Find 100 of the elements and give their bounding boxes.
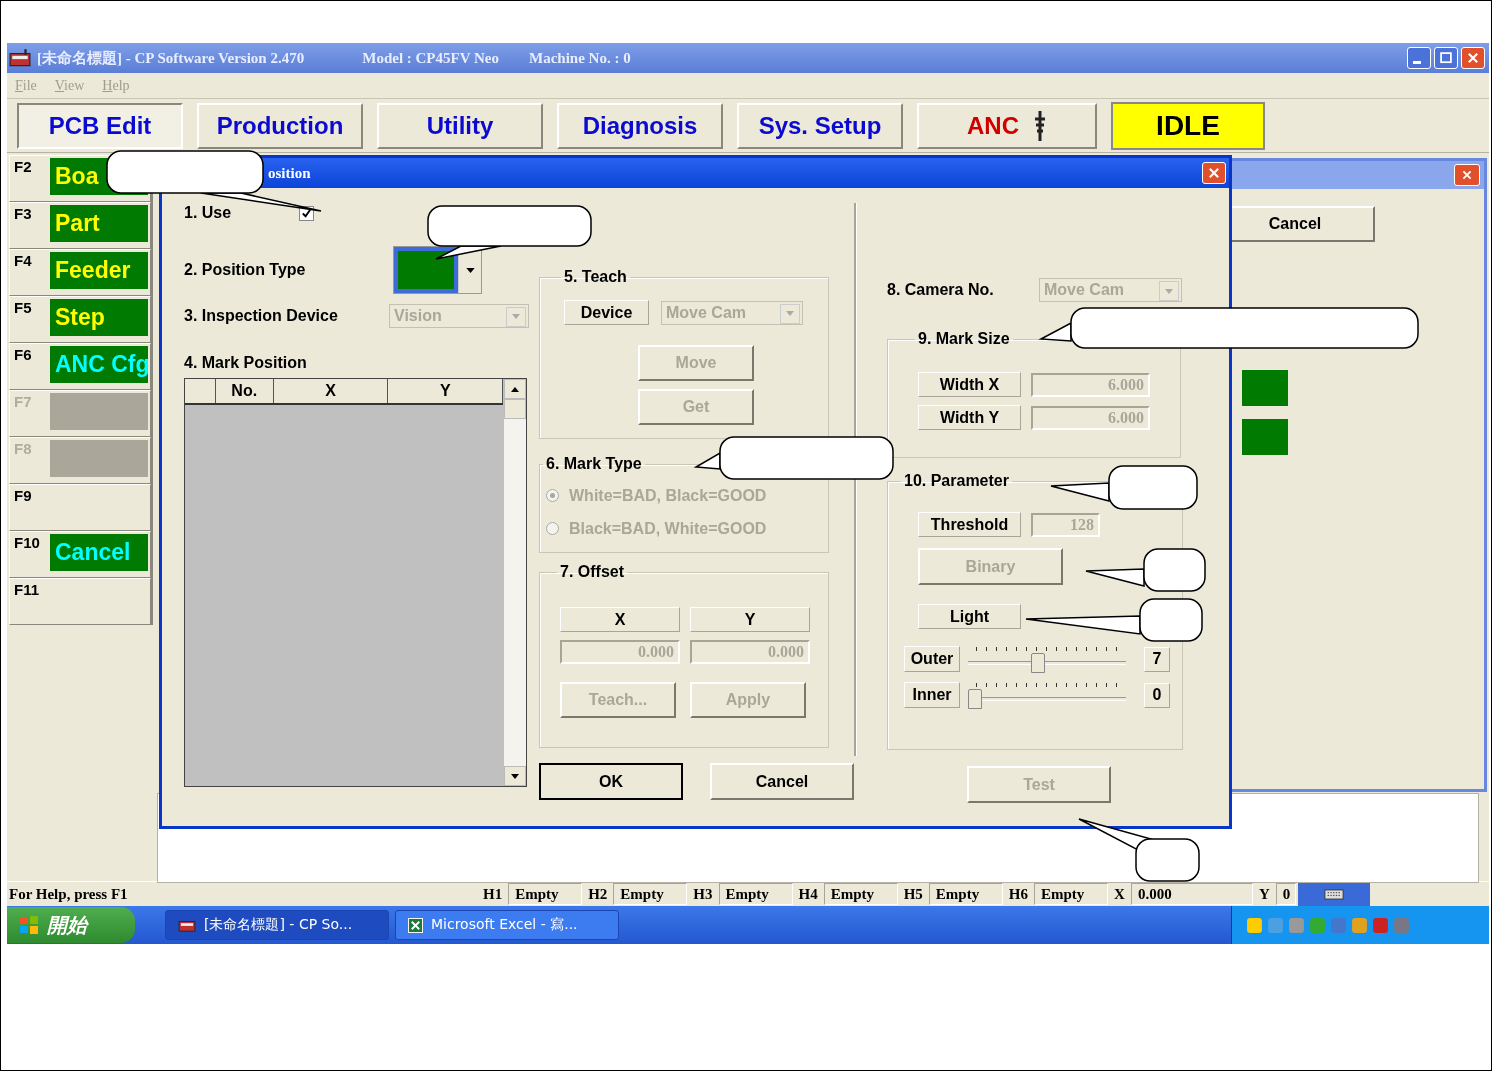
function-button[interactable]: Cancel bbox=[50, 534, 148, 571]
menu-item[interactable]: Help bbox=[102, 77, 130, 94]
column-header: X bbox=[560, 607, 680, 632]
light-slider[interactable] bbox=[968, 681, 1126, 709]
group-label: 7. Offset bbox=[559, 563, 625, 581]
function-button[interactable]: Part bbox=[50, 205, 148, 242]
start-button[interactable]: 開始 bbox=[7, 907, 135, 943]
function-button[interactable]: Step bbox=[50, 299, 148, 336]
keyboard-icon bbox=[1323, 888, 1344, 900]
key-label: F11 bbox=[13, 581, 41, 598]
offset-field[interactable]: 0.000 bbox=[560, 640, 680, 664]
key-label: F6 bbox=[13, 346, 33, 363]
position-type-dropdown[interactable] bbox=[393, 246, 482, 294]
machine-icon bbox=[178, 918, 196, 932]
close-button[interactable] bbox=[1454, 164, 1480, 186]
minimize-button[interactable] bbox=[1407, 47, 1431, 69]
main-tab[interactable]: Production bbox=[197, 102, 363, 149]
group-label: 6. Mark Type bbox=[545, 455, 643, 473]
field-label: 2. Position Type bbox=[184, 261, 306, 279]
slider-reading: 7 bbox=[1144, 646, 1170, 672]
field-label: 3. Inspection Device bbox=[184, 306, 338, 325]
coordinate-label: Y bbox=[1257, 884, 1271, 904]
coordinate-value: 0.000 bbox=[1130, 883, 1253, 905]
tray-icon[interactable] bbox=[1267, 916, 1284, 934]
main-tab[interactable]: Utility bbox=[377, 102, 543, 149]
tray-icon[interactable] bbox=[1330, 916, 1347, 934]
spreadsheet-icon bbox=[408, 917, 423, 933]
slider-reading: 0 bbox=[1144, 682, 1170, 708]
main-tab[interactable]: Diagnosis bbox=[557, 102, 723, 149]
threshold-field[interactable]: 128 bbox=[1031, 512, 1100, 537]
group-label: 5. Teach bbox=[563, 268, 628, 286]
tray-icon[interactable] bbox=[1351, 916, 1368, 934]
group-label: 9. Mark Size bbox=[917, 330, 1011, 348]
offset-field[interactable]: 0.000 bbox=[690, 640, 810, 664]
function-button[interactable]: ANC Cfg bbox=[50, 346, 148, 383]
head-status: Empty bbox=[823, 883, 898, 905]
light-slider[interactable] bbox=[968, 645, 1126, 673]
radio-option[interactable]: Black=BAD, White=GOOD bbox=[546, 512, 816, 545]
input-indicator[interactable] bbox=[1297, 882, 1370, 906]
size-field[interactable]: 6.000 bbox=[1031, 405, 1150, 430]
close-button[interactable] bbox=[1461, 47, 1485, 69]
cancel-button[interactable]: Cancel bbox=[710, 763, 854, 800]
scroll-up-icon bbox=[511, 386, 519, 392]
field-label: 8. Camera No. bbox=[887, 281, 994, 299]
field-label: Threshold bbox=[918, 512, 1021, 537]
tray-icon[interactable] bbox=[1372, 916, 1389, 934]
head-label: H5 bbox=[902, 884, 924, 904]
function-button[interactable]: Feeder bbox=[50, 252, 148, 289]
model-label: Model : CP45FV Neo bbox=[362, 49, 499, 67]
tray-icon[interactable] bbox=[1246, 916, 1263, 934]
field-label: Light bbox=[918, 604, 1021, 629]
key-label: F8 bbox=[13, 440, 33, 457]
key-label: F10 bbox=[13, 534, 41, 551]
tray-icon[interactable] bbox=[1393, 916, 1410, 934]
head-label: H2 bbox=[587, 884, 609, 904]
status-indicator: IDLE bbox=[1111, 101, 1265, 150]
inspection-device-dropdown[interactable]: Vision bbox=[389, 303, 529, 328]
key-label: F3 bbox=[13, 205, 33, 222]
dialog-title: osition bbox=[268, 164, 311, 182]
dropdown-arrow-icon bbox=[786, 311, 794, 316]
menu-item[interactable]: File bbox=[15, 77, 37, 94]
machine-icon bbox=[9, 49, 31, 67]
key-label: F7 bbox=[13, 393, 33, 410]
menu-item[interactable]: View bbox=[54, 77, 85, 94]
status-swatch bbox=[1242, 419, 1288, 455]
slider-label: Outer bbox=[904, 646, 960, 672]
dropdown-arrow-icon bbox=[512, 314, 520, 319]
main-tab[interactable]: ANC bbox=[917, 102, 1097, 149]
taskbar-button[interactable]: Microsoft Excel - 寫... bbox=[395, 910, 619, 940]
device-dropdown[interactable]: Move Cam bbox=[661, 300, 803, 325]
option-label: White=BAD, Black=GOOD bbox=[569, 486, 767, 505]
coordinate-value: 0 bbox=[1275, 883, 1296, 905]
coordinate-label: X bbox=[1113, 884, 1126, 904]
minimize-icon bbox=[1413, 60, 1421, 64]
maximize-button[interactable] bbox=[1434, 47, 1458, 69]
taskbar-button[interactable]: [未命名標題] - CP So... bbox=[165, 910, 389, 940]
field-label: 1. Use bbox=[184, 204, 232, 222]
key-label: F4 bbox=[13, 252, 33, 269]
tray-icon[interactable] bbox=[1309, 916, 1326, 934]
window-title: [未命名標題] - CP Software Version 2.470 bbox=[37, 48, 305, 68]
option-label: Black=BAD, White=GOOD bbox=[569, 519, 767, 538]
column-header: Y bbox=[388, 379, 503, 403]
scroll-down-icon bbox=[511, 773, 519, 779]
nozzle-icon bbox=[1033, 110, 1047, 141]
ok-button[interactable]: OK bbox=[539, 763, 683, 800]
scrollbar[interactable] bbox=[504, 379, 526, 786]
size-field[interactable]: 6.000 bbox=[1031, 372, 1150, 397]
main-tab[interactable]: PCB Edit bbox=[17, 102, 183, 149]
windows-logo-icon bbox=[19, 915, 39, 935]
close-icon bbox=[1207, 166, 1221, 180]
camera-dropdown[interactable]: Move Cam bbox=[1039, 278, 1182, 302]
tray-icon[interactable] bbox=[1288, 916, 1305, 934]
radio-option[interactable]: White=BAD, Black=GOOD bbox=[546, 479, 816, 512]
close-button[interactable] bbox=[1202, 162, 1226, 184]
key-label: F2 bbox=[13, 158, 33, 175]
group-label: 10. Parameter bbox=[903, 472, 1010, 490]
main-tab[interactable]: Sys. Setup bbox=[737, 102, 903, 149]
scroll-thumb[interactable] bbox=[504, 399, 526, 419]
status-text: For Help, press F1 bbox=[8, 884, 129, 904]
head-status: Empty bbox=[928, 883, 1003, 905]
